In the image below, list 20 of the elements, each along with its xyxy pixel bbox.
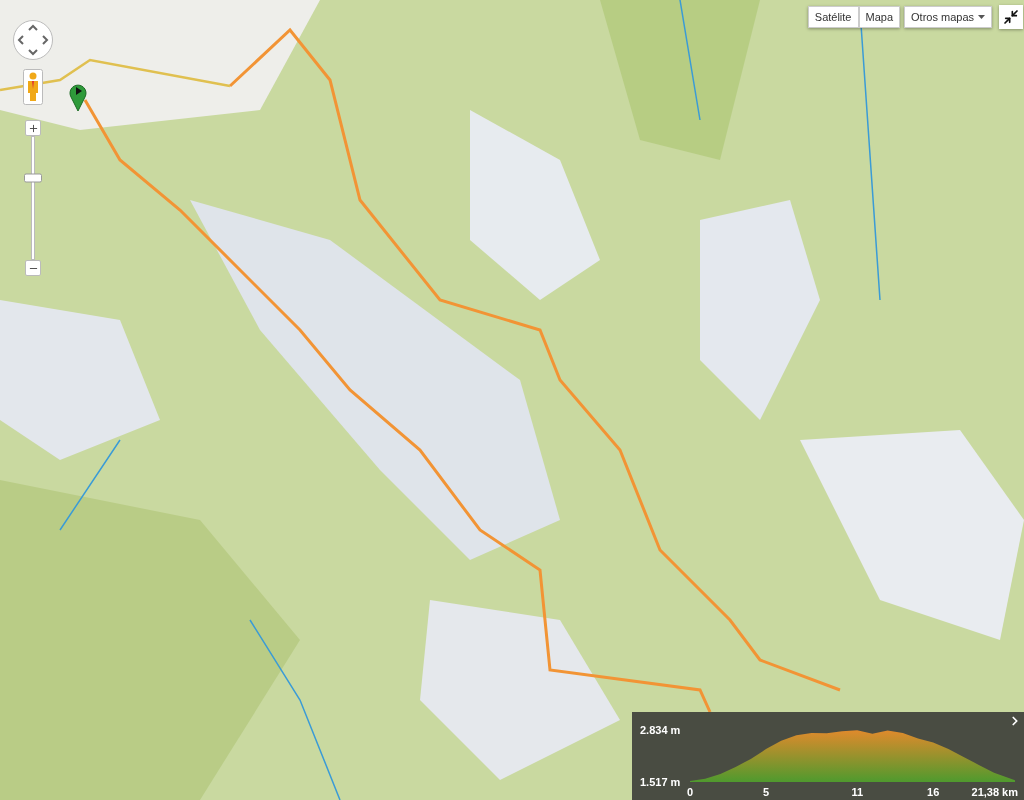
zoom-slider[interactable] bbox=[24, 136, 42, 260]
plus-icon bbox=[27, 122, 39, 134]
x-axis-label: 21,38 km bbox=[971, 786, 1018, 798]
y-axis-label: 1.517 m bbox=[640, 776, 681, 788]
pan-control-icon[interactable] bbox=[13, 20, 53, 60]
x-axis-label: 0 bbox=[686, 786, 694, 798]
caret-icon bbox=[978, 15, 985, 19]
zoom-in-button[interactable] bbox=[25, 120, 41, 136]
zoom-slider-thumb[interactable] bbox=[24, 173, 42, 183]
x-axis-label: 11 bbox=[851, 786, 864, 798]
x-axis-label: 16 bbox=[927, 786, 940, 798]
zoom-out-button[interactable] bbox=[25, 260, 41, 276]
map-type-button[interactable]: Satélite bbox=[807, 6, 859, 28]
y-axis-label: 2.834 m bbox=[640, 724, 681, 736]
map-type-button[interactable]: Mapa bbox=[858, 6, 901, 28]
x-axis-label: 5 bbox=[762, 786, 770, 798]
fullscreen-button[interactable] bbox=[999, 5, 1023, 29]
other-maps-dropdown[interactable]: Otros mapas bbox=[904, 6, 992, 28]
marker-icon bbox=[68, 82, 88, 112]
fullscreen-exit-icon bbox=[1003, 9, 1019, 25]
